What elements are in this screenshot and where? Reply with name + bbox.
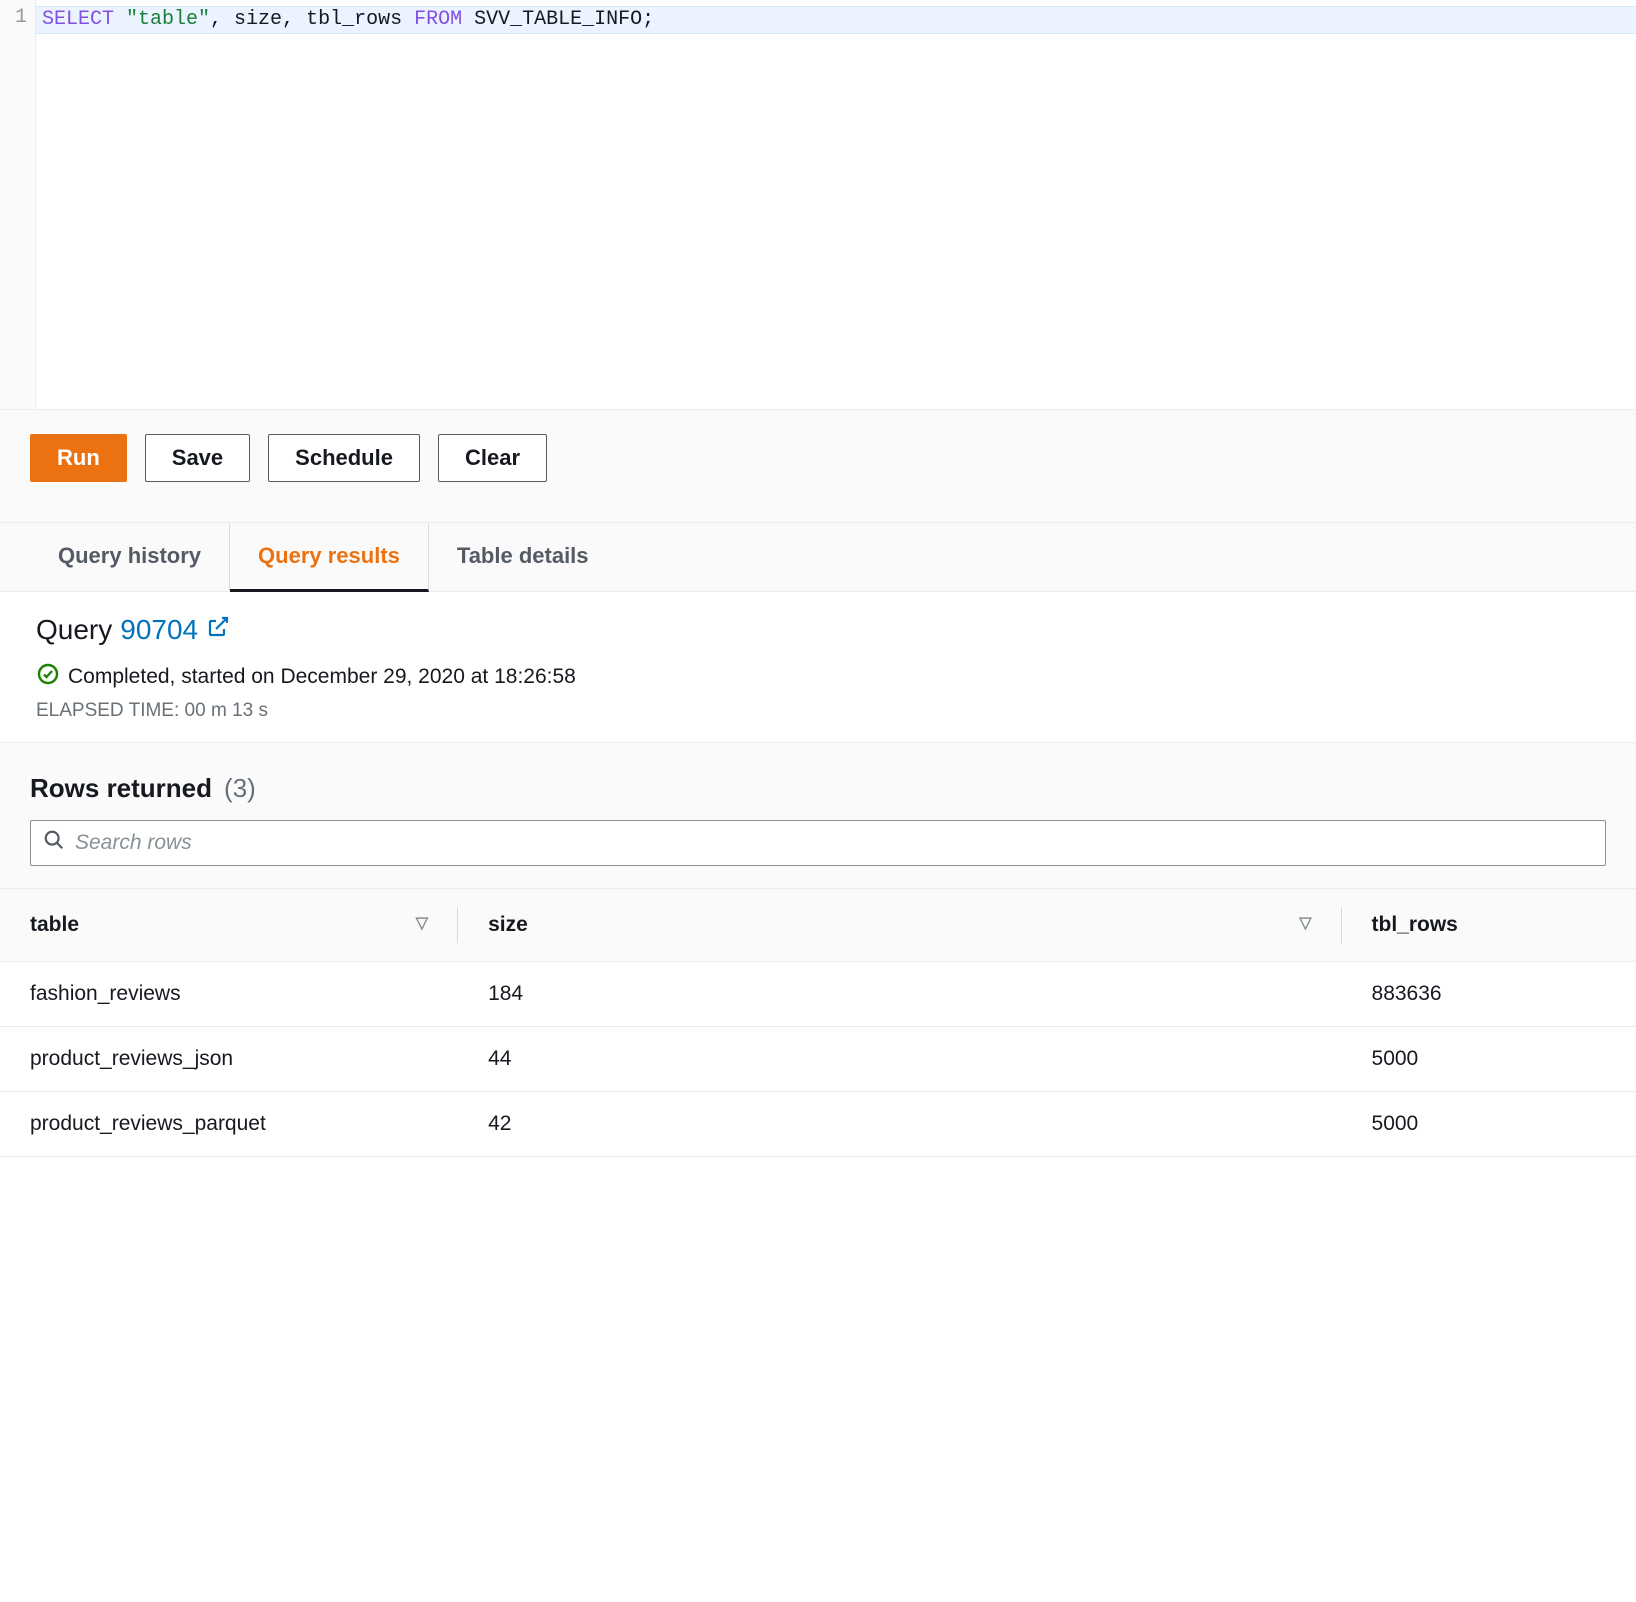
query-title-prefix: Query xyxy=(36,614,112,646)
rows-returned-count: (3) xyxy=(224,773,256,804)
external-link-icon[interactable] xyxy=(206,614,230,646)
cell-size: 44 xyxy=(458,1027,1341,1092)
line-number: 1 xyxy=(15,6,27,29)
sql-text: SVV_TABLE_INFO; xyxy=(462,8,654,31)
query-title: Query 90704 xyxy=(36,614,1600,646)
status-text: Completed, started on December 29, 2020 … xyxy=(68,665,576,689)
cell-table: product_reviews_parquet xyxy=(0,1092,458,1157)
cell-tbl-rows: 5000 xyxy=(1342,1027,1636,1092)
search-box[interactable] xyxy=(30,820,1606,866)
table-row[interactable]: fashion_reviews 184 883636 xyxy=(0,962,1636,1027)
query-info: Query 90704 Completed, started on Decemb… xyxy=(0,592,1636,743)
elapsed-time: ELAPSED TIME: 00 m 13 s xyxy=(36,700,1600,722)
action-bar: Run Save Schedule Clear xyxy=(0,410,1636,523)
table-row[interactable]: product_reviews_parquet 42 5000 xyxy=(0,1092,1636,1157)
column-header-label: tbl_rows xyxy=(1372,913,1458,936)
sort-icon[interactable]: ▽ xyxy=(416,913,428,933)
table-row[interactable]: product_reviews_json 44 5000 xyxy=(0,1027,1636,1092)
editor-gutter: 1 xyxy=(0,0,36,409)
column-header-table[interactable]: table ▽ xyxy=(0,889,458,962)
clear-button[interactable]: Clear xyxy=(438,434,547,482)
query-id-link[interactable]: 90704 xyxy=(120,614,198,646)
sql-editor[interactable]: 1 SELECT "table", size, tbl_rows FROM SV… xyxy=(0,0,1636,410)
cell-size: 42 xyxy=(458,1092,1341,1157)
cell-size: 184 xyxy=(458,962,1341,1027)
column-header-size[interactable]: size ▽ xyxy=(458,889,1341,962)
column-header-label: table xyxy=(30,913,79,936)
save-button[interactable]: Save xyxy=(145,434,250,482)
rows-section: Rows returned (3) xyxy=(0,743,1636,889)
search-input[interactable] xyxy=(75,831,1593,855)
sort-icon[interactable]: ▽ xyxy=(1299,913,1311,933)
sql-string: "table" xyxy=(126,8,210,31)
column-header-label: size xyxy=(488,913,528,936)
cell-table: product_reviews_json xyxy=(0,1027,458,1092)
rows-returned-title: Rows returned (3) xyxy=(30,773,1606,804)
cell-tbl-rows: 883636 xyxy=(1342,962,1636,1027)
search-icon xyxy=(43,829,65,857)
rows-returned-label: Rows returned xyxy=(30,773,212,804)
results-table: table ▽ size ▽ tbl_rows fashion_reviews … xyxy=(0,889,1636,1157)
run-button[interactable]: Run xyxy=(30,434,127,482)
table-header-row: table ▽ size ▽ tbl_rows xyxy=(0,889,1636,962)
code-area[interactable]: SELECT "table", size, tbl_rows FROM SVV_… xyxy=(36,0,1636,409)
code-line[interactable]: SELECT "table", size, tbl_rows FROM SVV_… xyxy=(36,6,1636,34)
sql-keyword-select: SELECT xyxy=(42,8,114,31)
tab-table-details[interactable]: Table details xyxy=(429,523,617,591)
cell-tbl-rows: 5000 xyxy=(1342,1092,1636,1157)
status-row: Completed, started on December 29, 2020 … xyxy=(36,662,1600,692)
schedule-button[interactable]: Schedule xyxy=(268,434,420,482)
cell-table: fashion_reviews xyxy=(0,962,458,1027)
tab-query-results[interactable]: Query results xyxy=(230,523,429,592)
tabs: Query history Query results Table detail… xyxy=(0,523,1636,592)
tab-query-history[interactable]: Query history xyxy=(30,523,230,591)
sql-keyword-from: FROM xyxy=(414,8,462,31)
sql-text: , size, tbl_rows xyxy=(210,8,414,31)
column-header-tbl-rows[interactable]: tbl_rows xyxy=(1342,889,1636,962)
check-circle-icon xyxy=(36,662,60,692)
